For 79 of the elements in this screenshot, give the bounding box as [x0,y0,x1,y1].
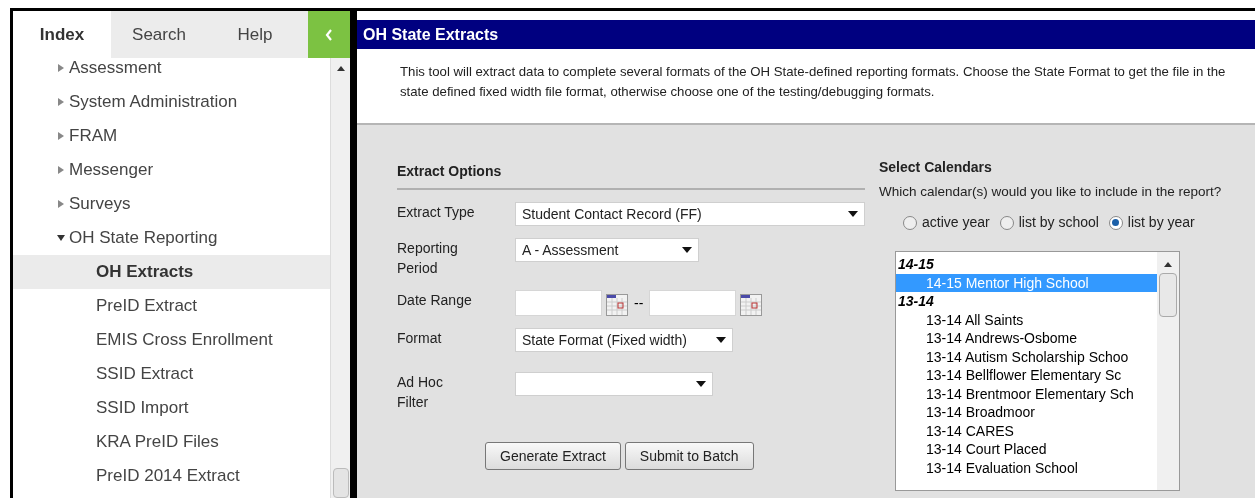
description: This tool will extract data to complete several formats of the OH State-defined reporting formats. Choose the State Format to get the file in the state defined fixed width file format, otherwise choose one of the testing/debugging formats. [400,63,1227,101]
tree-item-label: OH State Reporting [69,227,218,250]
caret-icon [696,381,706,387]
list-group-heading: 14-15 [897,255,935,274]
calendar-prompt: Which calendar(s) would you like to include in the report? [879,183,1223,201]
field-label: Reporting Period [397,239,459,278]
scroll-up-icon[interactable] [336,66,345,71]
tree-item-label: Messenger [69,159,154,182]
tree-item[interactable]: OH State Reporting [13,221,330,255]
caret-icon [716,337,726,343]
section-heading: Select Calendars [879,158,993,177]
list-option[interactable]: 13-14 Bellflower Elementary Sc [896,366,1157,385]
calendar-listbox[interactable] [895,251,1180,491]
tree-item[interactable]: SSID Import [13,391,330,425]
section-heading: Extract Options [397,161,865,190]
scrollbar[interactable] [1157,252,1179,490]
radio-option[interactable]: active year [903,212,990,233]
tree-item-label: System Administration [69,91,238,114]
scrollbar[interactable] [330,58,350,498]
field-label: Ad Hoc Filter [397,373,444,412]
tree-item[interactable]: System Administration [13,85,330,119]
collapsed-triangle-icon [57,200,65,208]
list-option[interactable]: 13-14 Andrews-Osbome [896,329,1157,348]
tree-item-label: Surveys [69,193,131,216]
collapsed-triangle-icon [57,166,65,174]
dropdown[interactable] [515,372,713,396]
dropdown[interactable]: Student Contact Record (FF) [515,202,865,226]
scrollbar-thumb[interactable] [1159,273,1177,317]
tree-item[interactable]: FRAM [13,119,330,153]
tree-item[interactable]: OH Extracts [13,255,330,289]
calendar-icon[interactable] [740,294,763,316]
expanded-triangle-icon [57,234,65,242]
radio-button[interactable] [903,215,917,230]
tree-item[interactable]: Assessment [13,58,330,85]
calendar-icon[interactable] [606,294,628,316]
action-button[interactable]: Generate Extract [485,442,621,470]
collapsed-triangle-icon [57,64,65,72]
field-label: Extract Type [397,203,476,222]
dropdown[interactable]: State Format (Fixed width) [515,328,733,352]
list-option[interactable]: 13-14 Brentmoor Elementary Sch [896,384,1157,403]
collapsed-triangle-icon [57,132,65,140]
tree-item[interactable]: EMIS Cross Enrollment [13,323,330,357]
tree-item-label: FRAM [69,125,118,148]
dropdown[interactable]: A - Assessment [515,238,699,262]
radio-option[interactable]: list by school [999,212,1099,233]
caret-icon [682,247,692,253]
scrollbar-thumb[interactable] [332,468,349,498]
tree-item-label: Assessment [69,58,162,80]
list-option[interactable]: 13-14 Broadmoor [896,403,1157,422]
tree-item[interactable]: Messenger [13,153,330,187]
list-option[interactable]: 13-14 All Saints [896,310,1157,329]
list-option[interactable]: 13-14 Evaluation School [896,458,1157,477]
radio-button[interactable] [999,215,1014,230]
date-field[interactable] [649,290,737,316]
list-option[interactable]: 13-14 Court Placed [896,440,1157,459]
sidebar-tab[interactable]: Index [13,11,111,58]
field-label: Format [397,329,443,348]
list-group-heading: 13-14 [897,292,935,311]
date-field[interactable] [515,290,602,316]
list-option[interactable]: 13-14 Autism Scholarship Schoo [896,347,1157,366]
radio-button[interactable] [1108,215,1123,230]
dropdown-value: A - Assessment [522,240,619,260]
tree-item[interactable]: Surveys [13,187,330,221]
scroll-up-icon[interactable] [1164,262,1172,267]
action-button[interactable]: Submit to Batch [624,442,754,470]
list-option[interactable]: 13-14 CARES [896,421,1157,440]
dropdown-value: State Format (Fixed width) [522,330,687,350]
caret-icon [848,211,858,217]
tree-item[interactable]: PreID Extract [13,289,330,323]
chevron-left-icon [325,28,333,41]
tree-item[interactable]: KRA PreID Files [13,425,330,459]
collapsed-triangle-icon [57,98,65,106]
dropdown-value: Student Contact Record (FF) [522,204,702,224]
tree-item[interactable]: PreID 2014 Extract [13,459,330,493]
page-title: OH State Extracts [363,24,499,45]
field-label: Date Range [397,291,473,310]
tree-item[interactable]: SSID Extract [13,357,330,391]
radio-option[interactable]: list by year [1108,212,1195,233]
range-separator: -- [634,293,644,313]
